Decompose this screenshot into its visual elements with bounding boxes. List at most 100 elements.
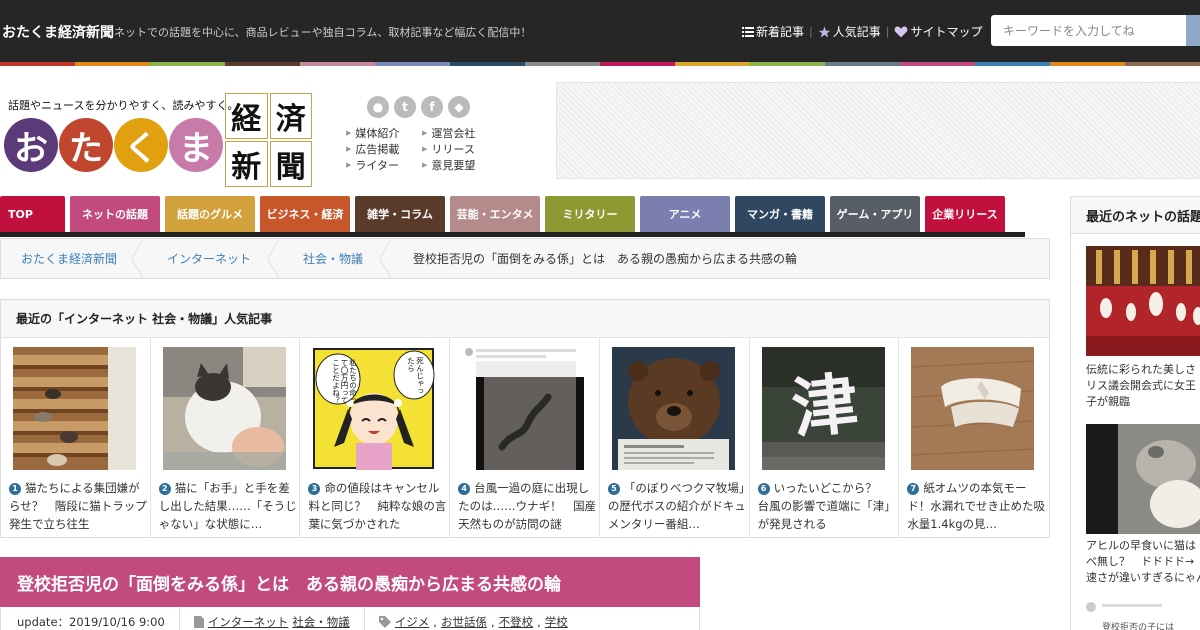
sidebar-item-2-line3[interactable]: 速さが違いすぎるにゃん [1086, 570, 1200, 586]
category-link-internet[interactable]: インターネット [208, 614, 289, 630]
color-strip-segment [150, 62, 225, 66]
color-strip-segment [375, 62, 450, 66]
popular-item-5[interactable]: 5 「のぼりべつクマ牧場」の歴代ボスの紹介がドキュメンタリー番組… [600, 338, 750, 537]
tweet-text: 登校拒否の子には [1102, 623, 1175, 630]
popular-item-title: 命の値段はキャンセル料と同じ？ 純粋な娘の言葉に気づかされた [308, 481, 447, 531]
site-logo[interactable]: お た く ま [4, 118, 223, 172]
nav-item-1[interactable]: ネットの話題 [70, 196, 160, 232]
breadcrumb-internet[interactable]: インターネット [137, 239, 280, 278]
nav-item-7[interactable]: アニメ [640, 196, 730, 232]
sidebar-item-1-line3[interactable]: 子が親臨 [1086, 394, 1200, 410]
tsu-sign-character: 津 [787, 363, 862, 449]
popular-item-title: 「のぼりべつクマ牧場」の歴代ボスの紹介がドキュメンタリー番組… [607, 481, 746, 531]
logo-kana-ma: ま [169, 118, 223, 172]
logo-kanji-kei: 経 [225, 93, 268, 139]
color-strip-segment [750, 62, 825, 66]
search-input[interactable] [991, 15, 1186, 46]
feedback-link[interactable]: 意見要望 [422, 158, 492, 173]
thumbnail-tweet[interactable]: 登校拒否の子には [1086, 598, 1200, 630]
breadcrumb: おたくま経済新聞 インターネット 社会・物議 登校拒否児の「面倒をみる係」とは … [0, 238, 1050, 279]
nav-item-5[interactable]: 芸能・エンタメ [450, 196, 540, 232]
popular-item-7[interactable]: 7 紙オムツの本気モード！水漏れでせき止めた吸水量1.4kgの見… [899, 338, 1049, 537]
color-strip-segment [1050, 62, 1125, 66]
breadcrumb-society[interactable]: 社会・物議 [273, 239, 392, 278]
thumbnail-cat-paw [162, 347, 286, 470]
site-name[interactable]: おたくま経済新聞 [2, 22, 114, 42]
nav-item-2[interactable]: 話題のグルメ [165, 196, 255, 232]
star-icon [818, 26, 830, 37]
manga-speech-left: 私たちの命って〇万円ってことだよね？ [331, 359, 358, 404]
twitter-icon[interactable]: t [394, 96, 416, 118]
thumbnail-eel-tweet [462, 347, 586, 470]
popular-item-4[interactable]: 4 台風一過の庭に出現したのは……ウナギ！ 国産天然ものが訪問の謎 [450, 338, 600, 537]
popular-articles-title: 最近の「インターネット 社会・物議」人気記事 [1, 300, 1049, 338]
writer-link[interactable]: ライター [346, 158, 422, 173]
nav-underline [0, 232, 1025, 237]
sidebar-item-2-line2[interactable]: べ無し？ ドドドド→ [1086, 554, 1200, 570]
sidebar-item-1-line1[interactable]: 伝統に彩られた美しさ [1086, 362, 1200, 378]
nav-item-6[interactable]: ミリタリー [545, 196, 635, 232]
ad-banner[interactable] [556, 82, 1200, 179]
rank-badge: 1 [9, 483, 21, 495]
color-strip [0, 62, 1200, 66]
nav-item-3[interactable]: ビジネス・経済 [260, 196, 350, 232]
color-strip-segment [675, 62, 750, 66]
rank-badge: 3 [308, 483, 321, 495]
color-strip-segment [600, 62, 675, 66]
media-info-link[interactable]: 媒体紹介 [346, 126, 422, 141]
popular-articles-label: 人気記事 [832, 25, 881, 39]
thumbnail-tsu-sign: 津 [761, 347, 885, 470]
nav-item-4[interactable]: 雑学・コラム [355, 196, 445, 232]
color-strip-segment [900, 62, 975, 66]
new-articles-link[interactable]: 新着記事 [742, 23, 804, 40]
logo-kanji[interactable]: 経 済 新 聞 [225, 93, 312, 187]
tweet-placeholder-line [1102, 604, 1162, 607]
popular-item-6[interactable]: 津 6 いったいどこから？ 台風の影響で道端に「津」が発見される [750, 338, 900, 537]
thumbnail-duck-cat[interactable] [1086, 424, 1200, 534]
sitemap-label: サイトマップ [910, 25, 983, 39]
tag-link-truancy[interactable]: 不登校 [499, 614, 534, 630]
manga-speech-right: 死んじゃったら [406, 357, 425, 395]
advertise-link[interactable]: 広告掲載 [346, 142, 422, 157]
popular-item-2[interactable]: 2 猫に「お手」と手を差し出した結果……「そうじゃない」な状態に… [151, 338, 301, 537]
nav-item-9[interactable]: ゲーム・アプリ [830, 196, 920, 232]
breadcrumb-current: 登校拒否児の「面倒をみる係」とは ある親の愚痴から広まる共感の輪 [413, 252, 798, 266]
tag-link-caretaker[interactable]: お世話係 [441, 614, 487, 630]
logo-kanji-shin: 新 [225, 141, 268, 187]
release-link[interactable]: リリース [422, 142, 492, 157]
rank-badge: 7 [907, 483, 920, 495]
tag-link-bullying[interactable]: イジメ [395, 614, 430, 630]
sitemap-link[interactable]: サイトマップ [894, 23, 982, 40]
nav-item-10[interactable]: 企業リリース [925, 196, 1005, 232]
facebook-icon[interactable]: f [421, 96, 443, 118]
link-separator: | [885, 25, 890, 38]
color-strip-segment [225, 62, 300, 66]
sidebar-item-1-line2[interactable]: リス議会開会式に女王 [1086, 378, 1200, 394]
nav-item-8[interactable]: マンガ・書籍 [735, 196, 825, 232]
popular-item-title: 台風一過の庭に出現したのは……ウナギ！ 国産天然ものが訪問の謎 [458, 481, 597, 531]
color-strip-segment [75, 62, 150, 66]
color-strip-segment [300, 62, 375, 66]
sidebar-recent-box: 伝統に彩られた美しさ リス議会開会式に女王 子が親臨 アヒルの早食いに猫は べ無… [1070, 234, 1200, 630]
sidebar-item-2-line1[interactable]: アヒルの早食いに猫は [1086, 538, 1200, 554]
thumbnail-diaper [911, 347, 1035, 470]
popular-item-title: 猫たちによる集団嫌がらせ？ 階段に猫トラップ発生で立ち往生 [9, 481, 147, 531]
breadcrumb-home[interactable]: おたくま経済新聞 [1, 239, 144, 278]
popular-articles-link[interactable]: 人気記事 [818, 23, 881, 40]
popular-item-3[interactable]: 私たちの命って〇万円ってことだよね？ 死んじゃったら 3 命の値段はキャンセル料と… [300, 338, 451, 537]
color-strip-segment [525, 62, 600, 66]
logo-kanji-zai: 済 [269, 93, 312, 139]
thumbnail-parliament[interactable] [1086, 246, 1200, 356]
logo-kana-ku: く [114, 118, 168, 172]
feedly-icon[interactable]: ◆ [448, 96, 470, 118]
company-link[interactable]: 運営会社 [422, 126, 492, 141]
thumbnail-cats-stairs [13, 347, 136, 470]
category-nav: TOP ネットの話題 話題のグルメ ビジネス・経済 雑学・コラム 芸能・エンタメ ミリタリー… [0, 196, 1010, 232]
nav-item-0[interactable]: TOP [0, 196, 65, 232]
new-articles-label: 新着記事 [756, 25, 805, 39]
category-link-society[interactable]: 社会・物議 [292, 614, 350, 630]
tag-link-school[interactable]: 学校 [545, 614, 568, 630]
rss-icon[interactable]: ● [367, 96, 389, 118]
popular-item-1[interactable]: 1 猫たちによる集団嫌がらせ？ 階段に猫トラップ発生で立ち往生 [1, 338, 151, 537]
search-button[interactable] [1186, 15, 1200, 46]
